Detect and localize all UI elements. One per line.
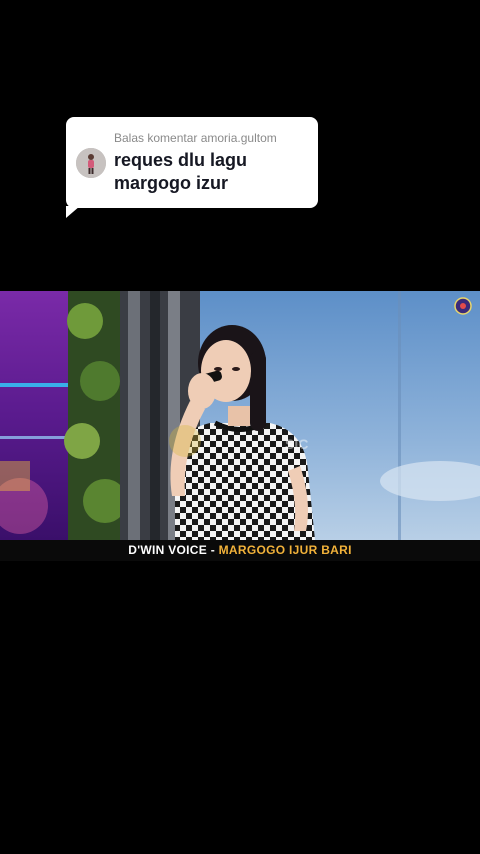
video-frame[interactable]: SIC D'WIN VOICE - MARGOGO IJUR BARI (0, 291, 480, 561)
channel-logo-icon (454, 297, 472, 315)
reply-header: Balas komentar amoria.gultom (114, 131, 277, 145)
video-caption-bar: D'WIN VOICE - MARGOGO IJUR BARI (0, 540, 480, 561)
caption-song: MARGOGO IJUR BARI (218, 543, 352, 557)
reply-comment-sticker[interactable]: Balas komentar amoria.gultom reques dlu … (66, 117, 318, 218)
commenter-avatar (76, 148, 106, 178)
caption-separator: - (210, 543, 219, 557)
svg-text:SIC: SIC (285, 436, 308, 452)
caption-artist: D'WIN VOICE (128, 543, 208, 557)
video-scene: SIC (0, 291, 480, 540)
reply-comment-text: reques dlu lagu margogo izur (114, 150, 248, 193)
